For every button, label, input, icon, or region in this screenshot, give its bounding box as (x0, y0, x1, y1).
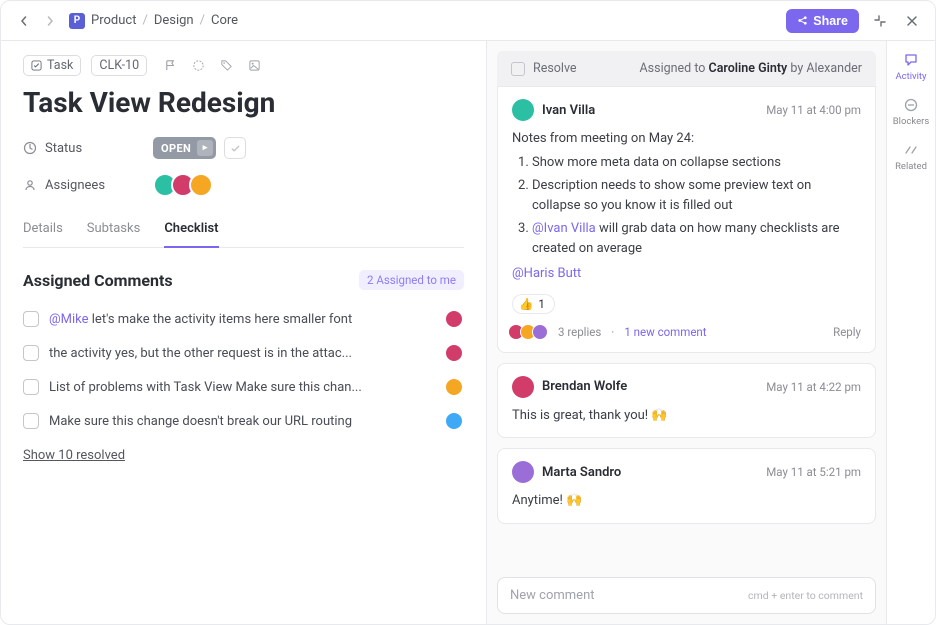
avatar[interactable] (512, 376, 534, 398)
reply-link[interactable]: Reply (833, 325, 861, 339)
close-icon[interactable] (901, 10, 923, 32)
chat-icon (902, 51, 920, 69)
flag-icon[interactable] (163, 59, 177, 73)
task-type-chip[interactable]: Task (23, 55, 81, 76)
share-icon (797, 15, 808, 26)
avatar[interactable] (189, 173, 213, 197)
replies-count[interactable]: 3 replies (558, 325, 601, 339)
status-next-icon[interactable]: ▸ (197, 140, 213, 156)
comment-author[interactable]: Marta Sandro (542, 465, 621, 480)
comment-card: Ivan Villa May 11 at 4:00 pm Notes from … (497, 87, 876, 353)
minimize-icon[interactable] (869, 10, 891, 32)
blocker-icon (902, 96, 920, 114)
assignee-avatars[interactable] (153, 173, 213, 197)
checkbox[interactable] (23, 311, 39, 327)
breadcrumb[interactable]: P Product / Design / Core (69, 13, 238, 29)
assigned-comment[interactable]: @Mike let's make the activity items here… (23, 302, 464, 336)
crumb-1[interactable]: Design (154, 13, 194, 28)
status-chip[interactable]: OPEN ▸ (153, 137, 216, 159)
checkbox[interactable] (23, 345, 39, 361)
rail-activity[interactable]: Activity (895, 51, 926, 82)
avatar (532, 324, 548, 340)
avatar[interactable] (512, 461, 534, 483)
share-button[interactable]: Share (786, 9, 859, 33)
task-title[interactable]: Task View Redesign (23, 86, 464, 119)
checkbox[interactable] (23, 413, 39, 429)
status-label: Status (45, 141, 82, 156)
assigned-comment[interactable]: the activity yes, but the other request … (23, 336, 464, 370)
rail-related[interactable]: Related (895, 141, 927, 172)
assigned-comment[interactable]: List of problems with Task View Make sur… (23, 370, 464, 404)
mention[interactable]: @Ivan Villa (532, 221, 596, 236)
project-chip: P (69, 13, 85, 29)
status-icon (23, 141, 37, 155)
comment-card: Marta Sandro May 11 at 5:21 pm Anytime! … (497, 448, 876, 524)
new-comment-indicator[interactable]: 1 new comment (624, 325, 706, 339)
sprint-icon[interactable] (191, 59, 205, 73)
tab-subtasks[interactable]: Subtasks (87, 211, 141, 247)
comment-author[interactable]: Brendan Wolfe (542, 379, 627, 394)
avatar (444, 309, 464, 329)
composer-hint: cmd + enter to comment (748, 589, 863, 602)
nav-back[interactable] (13, 10, 35, 32)
image-icon[interactable] (247, 59, 261, 73)
related-icon (902, 141, 920, 159)
rail-blockers[interactable]: Blockers (893, 96, 930, 127)
checkbox[interactable] (23, 379, 39, 395)
comment-timestamp: May 11 at 5:21 pm (766, 465, 861, 479)
resolve-checkbox[interactable] (511, 62, 525, 76)
assigned-to-name[interactable]: Caroline Ginty (709, 61, 788, 76)
comment-timestamp: May 11 at 4:22 pm (766, 380, 861, 394)
task-id-chip[interactable]: CLK-10 (91, 55, 147, 76)
complete-checkbox[interactable] (224, 137, 246, 159)
thread-header: Resolve Assigned to Caroline Ginty by Al… (497, 51, 876, 87)
crumb-2[interactable]: Core (211, 13, 238, 28)
crumb-0[interactable]: Product (91, 13, 136, 28)
tag-icon[interactable] (219, 59, 233, 73)
avatar (444, 343, 464, 363)
show-resolved-link[interactable]: Show 10 resolved (23, 448, 125, 463)
nav-forward[interactable] (39, 10, 61, 32)
resolve-label[interactable]: Resolve (533, 61, 577, 76)
comment-timestamp: May 11 at 4:00 pm (766, 103, 861, 117)
tabs: Details Subtasks Checklist (23, 211, 464, 248)
assigned-badge[interactable]: 2 Assigned to me (359, 270, 464, 290)
assignees-label: Assignees (45, 178, 105, 193)
avatar (444, 377, 464, 397)
reaction-thumbsup[interactable]: 👍 1 (512, 294, 555, 314)
tab-details[interactable]: Details (23, 211, 63, 247)
mention[interactable]: @Haris Butt (512, 266, 581, 281)
avatar (444, 411, 464, 431)
comment-card: Brendan Wolfe May 11 at 4:22 pm This is … (497, 363, 876, 439)
tab-checklist[interactable]: Checklist (164, 211, 218, 248)
comment-author[interactable]: Ivan Villa (542, 103, 595, 118)
task-icon (31, 60, 42, 71)
composer-placeholder: New comment (510, 588, 595, 603)
assigned-comments-heading: Assigned Comments (23, 271, 173, 290)
comment-composer[interactable]: New comment cmd + enter to comment (497, 577, 876, 614)
person-icon (23, 178, 37, 192)
assigned-comment[interactable]: Make sure this change doesn't break our … (23, 404, 464, 438)
avatar[interactable] (512, 99, 534, 121)
